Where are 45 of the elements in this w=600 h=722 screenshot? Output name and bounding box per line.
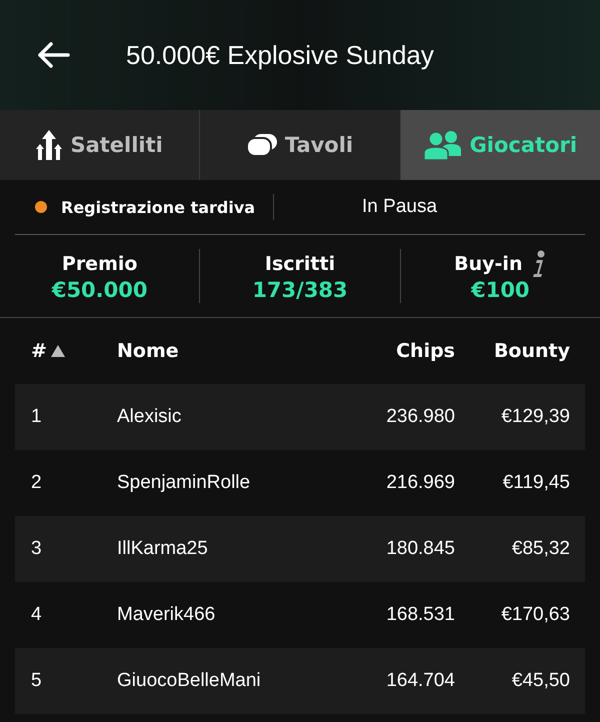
stat-value: €100 (471, 278, 530, 302)
table-cell: €170,63 (501, 604, 570, 626)
column-header[interactable]: Nome (117, 340, 179, 362)
table-cell: 2 (31, 472, 42, 494)
table-cell: 236.980 (386, 406, 455, 428)
stat-label: Iscritti (264, 253, 336, 275)
back-arrow-icon (36, 41, 70, 69)
back-button[interactable] (36, 41, 70, 69)
stat-label: Buy-in (454, 253, 522, 275)
table-row[interactable]: 4 Maverik466 168.531 €170,63 (15, 582, 585, 648)
table-cell: €45,50 (512, 670, 570, 692)
status-text: In Pausa (361, 196, 438, 218)
table-cell: 168.531 (386, 604, 455, 626)
table-cell: IllKarma25 (117, 538, 208, 560)
column-header[interactable]: # (31, 340, 47, 362)
users-icon (424, 130, 462, 160)
table-cell: 5 (31, 670, 42, 692)
table-cell: 4 (31, 604, 42, 626)
stat-value: €50.000 (52, 278, 148, 302)
table-cell: 164.704 (386, 670, 455, 692)
table-cell: SpenjaminRolle (117, 472, 250, 494)
table-cell: 180.845 (386, 538, 455, 560)
table-cell: Maverik466 (117, 604, 216, 626)
info-icon[interactable] (530, 250, 546, 278)
table-cell: Alexisic (117, 406, 182, 428)
table-row[interactable]: 2 SpenjaminRolle 216.969 €119,45 (15, 450, 585, 516)
tab[interactable]: Giocatori (400, 110, 600, 180)
table-cell: €85,32 (512, 538, 570, 560)
status-label: Registrazione tardiva (61, 198, 256, 216)
table-row[interactable]: 3 IllKarma25 180.845 €85,32 (15, 516, 585, 582)
table-cell: 216.969 (386, 472, 455, 494)
table-cell: €129,39 (501, 406, 570, 428)
arrows-up-icon (36, 130, 62, 160)
page-title: 50.000€ Explosive Sunday (126, 40, 434, 70)
table-cell: €119,45 (502, 472, 570, 494)
table-cell: 1 (31, 406, 42, 428)
table-row[interactable]: 1 Alexisic 236.980 €129,39 (15, 384, 585, 450)
stat-value: 173/383 (252, 278, 348, 302)
table-row[interactable]: 5 GiuocoBelleMani 164.704 €45,50 (15, 648, 585, 714)
table-cell: GiuocoBelleMani (117, 670, 261, 692)
column-header[interactable]: Chips (396, 340, 455, 362)
table-cell: 3 (31, 538, 42, 560)
cards-icon (246, 134, 277, 156)
column-header[interactable]: Bounty (494, 340, 570, 362)
stat-label: Premio (62, 253, 138, 275)
